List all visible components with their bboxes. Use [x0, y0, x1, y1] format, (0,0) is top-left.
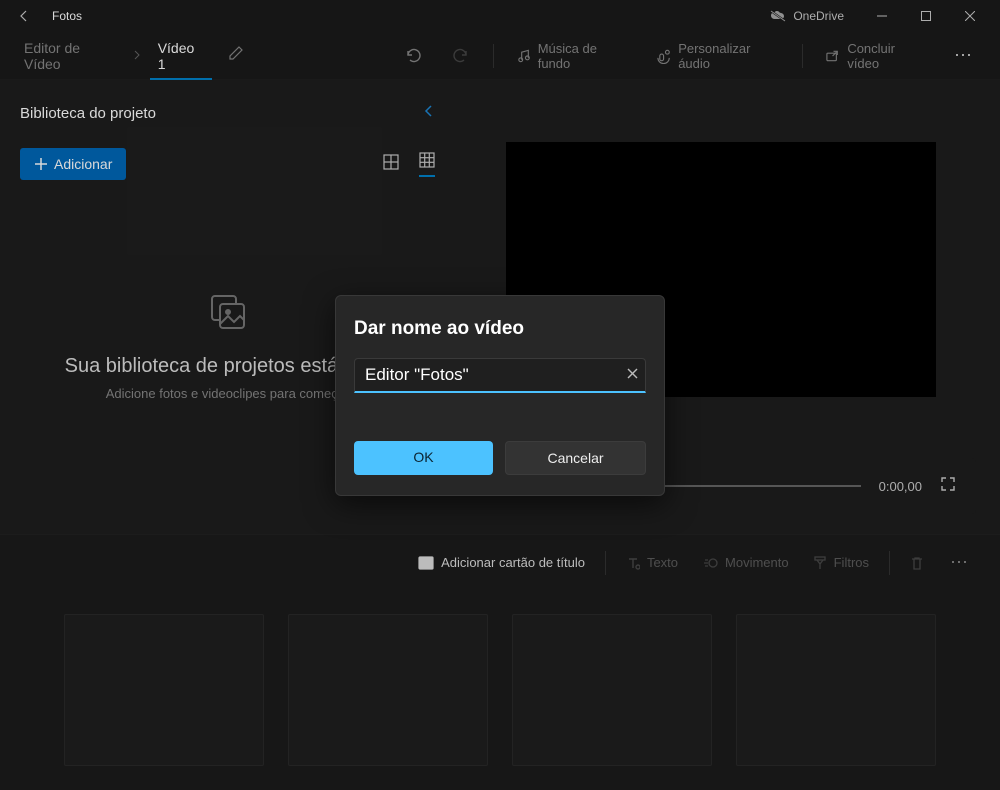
dialog-title: Dar nome ao vídeo [354, 318, 646, 340]
video-name-input[interactable] [354, 358, 646, 393]
video-editor-app: Fotos OneDrive Editor de Vídeo Vídeo 1 [0, 0, 1000, 790]
name-video-dialog: Dar nome ao vídeo OK Cancelar [335, 295, 665, 496]
cancel-button[interactable]: Cancelar [505, 441, 646, 475]
modal-overlay: Dar nome ao vídeo OK Cancelar [0, 0, 1000, 790]
close-icon [627, 368, 638, 379]
ok-button[interactable]: OK [354, 441, 493, 475]
clear-input-button[interactable] [627, 366, 638, 384]
